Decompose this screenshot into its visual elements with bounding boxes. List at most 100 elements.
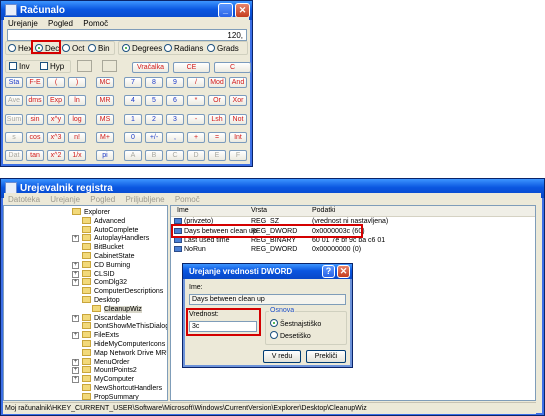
reg-menu-priljubljene[interactable]: Priljubljene bbox=[125, 195, 164, 204]
calc-key-sin-button[interactable]: sin bbox=[26, 114, 44, 125]
calc-key-log-button[interactable]: log bbox=[68, 114, 86, 125]
tree-node-menuorder[interactable]: MenuOrder bbox=[82, 357, 129, 367]
tree-node-mountpoints2[interactable]: MountPoints2 bbox=[82, 366, 137, 375]
tree-node-fileexts[interactable]: FileExts bbox=[82, 331, 119, 340]
help-icon[interactable]: ? bbox=[322, 265, 335, 278]
calc-key-sta-button[interactable]: Sta bbox=[5, 77, 23, 88]
calc-key-mc-button[interactable]: MC bbox=[96, 77, 114, 88]
expand-icon[interactable]: + bbox=[72, 235, 79, 243]
calc-key-c-button[interactable]: C bbox=[166, 150, 184, 161]
calc-key-6-button[interactable]: 6 bbox=[166, 95, 184, 106]
expand-icon[interactable]: + bbox=[72, 358, 79, 366]
expand-icon[interactable]: + bbox=[72, 314, 79, 322]
calc-key-s-button[interactable]: s bbox=[5, 132, 23, 143]
column-header-data[interactable]: Podatki bbox=[312, 206, 335, 216]
calc-key-_-button[interactable]: + bbox=[187, 132, 205, 143]
tree-node-cd-burning[interactable]: CD Burning bbox=[82, 260, 130, 270]
dword-dialog-titlebar[interactable]: Urejanje vrednosti DWORD ? ✕ bbox=[183, 264, 352, 279]
calc-key-8-button[interactable]: 8 bbox=[145, 77, 163, 88]
tree-node-discardable[interactable]: Discardable bbox=[82, 313, 131, 323]
calc-key-4-button[interactable]: 4 bbox=[124, 95, 142, 106]
calc-key-dat-button[interactable]: Dat bbox=[5, 150, 23, 161]
close-icon[interactable]: ✕ bbox=[235, 3, 250, 18]
value-row-norun[interactable]: NoRun REG_DWORD 0x00000000 (0) bbox=[171, 246, 535, 254]
tree-node-newshortcuthandlers[interactable]: NewShortcutHandlers bbox=[82, 384, 162, 393]
calc-key-_-button[interactable]: , bbox=[166, 132, 184, 143]
tree-node-propsummary[interactable]: PropSummary bbox=[82, 392, 139, 400]
calc-key-xor-button[interactable]: Xor bbox=[229, 95, 247, 106]
calc-key-x_y-button[interactable]: x^y bbox=[47, 114, 65, 125]
calc-key-_-button[interactable]: - bbox=[187, 114, 205, 125]
tree-node-hidemycomputericons[interactable]: HideMyComputerIcons bbox=[82, 340, 165, 349]
calc-key-e-button[interactable]: E bbox=[208, 150, 226, 161]
calc-key-not-button[interactable]: Not bbox=[229, 114, 247, 125]
calc-key-ln-button[interactable]: ln bbox=[68, 95, 86, 106]
calc-key-tan-button[interactable]: tan bbox=[26, 150, 44, 161]
tree-node-desktop[interactable]: Desktop bbox=[82, 296, 120, 305]
registry-tree[interactable]: Explorer Advanced AutoComplete AutoplayHand… bbox=[3, 205, 168, 401]
reg-menu-pogled[interactable]: Pogled bbox=[90, 195, 115, 204]
calc-key-b-button[interactable]: B bbox=[145, 150, 163, 161]
name-field[interactable]: Days between clean up bbox=[189, 294, 346, 305]
expand-icon[interactable]: + bbox=[72, 270, 79, 278]
tree-node-advanced[interactable]: Advanced bbox=[82, 216, 125, 226]
tree-node-bitbucket[interactable]: BitBucket bbox=[82, 243, 124, 252]
expand-icon[interactable]: + bbox=[72, 376, 79, 384]
tree-node-dontshowmethisdialog[interactable]: DontShowMeThisDialog bbox=[82, 322, 167, 331]
calc-key-or-button[interactable]: Or bbox=[208, 95, 226, 106]
calc-key-1_x-button[interactable]: 1/x bbox=[68, 150, 86, 161]
calc-key-x_2-button[interactable]: x^2 bbox=[47, 150, 65, 161]
tree-node-computerdescriptions[interactable]: ComputerDescriptions bbox=[82, 287, 163, 296]
checkbox-inv[interactable]: Inv bbox=[9, 62, 30, 72]
tree-node-autocomplete[interactable]: AutoComplete bbox=[82, 225, 138, 235]
value-row-last-used-time[interactable]: Last used time REG_BINARY 60 01 7e bf 9c… bbox=[171, 237, 535, 245]
column-header-name[interactable]: Ime bbox=[177, 206, 189, 216]
calc-key-dms-button[interactable]: dms bbox=[26, 95, 44, 106]
tree-node-cabinetstate[interactable]: CabinetState bbox=[82, 252, 134, 261]
tree-node-autoplayhandlers[interactable]: AutoplayHandlers bbox=[82, 234, 149, 243]
tree-node-map-network-drive-mru[interactable]: Map Network Drive MRU bbox=[82, 348, 167, 358]
backspace-button[interactable]: Vračalka bbox=[132, 62, 169, 73]
calc-key-3-button[interactable]: 3 bbox=[166, 114, 184, 125]
calc-key-_-button[interactable]: ( bbox=[47, 77, 65, 88]
calc-key-and-button[interactable]: And bbox=[229, 77, 247, 88]
reg-menu-urejanje[interactable]: Urejanje bbox=[50, 195, 80, 204]
radio-hex[interactable]: Hex bbox=[8, 44, 32, 54]
calc-key-mr-button[interactable]: MR bbox=[96, 95, 114, 106]
radio-bin[interactable]: Bin bbox=[88, 44, 110, 54]
radio-decimal[interactable]: Desetiško bbox=[270, 331, 311, 342]
expand-icon[interactable]: + bbox=[72, 367, 79, 375]
calc-key-f-button[interactable]: F bbox=[229, 150, 247, 161]
menu-item-urejanje[interactable]: Urejanje bbox=[8, 19, 38, 28]
calc-key-d-button[interactable]: D bbox=[187, 150, 205, 161]
calc-key-7-button[interactable]: 7 bbox=[124, 77, 142, 88]
calc-key-_-button[interactable]: * bbox=[187, 95, 205, 106]
calc-key-mod-button[interactable]: Mod bbox=[208, 77, 226, 88]
radio-radians[interactable]: Radians bbox=[164, 44, 203, 54]
calc-key-_-button[interactable]: / bbox=[187, 77, 205, 88]
calc-key-9-button[interactable]: 9 bbox=[166, 77, 184, 88]
calc-key-a-button[interactable]: A bbox=[124, 150, 142, 161]
cancel-button[interactable]: Prekliči bbox=[306, 350, 346, 363]
calc-key-n_-button[interactable]: n! bbox=[68, 132, 86, 143]
tree-node-clsid[interactable]: CLSID bbox=[82, 269, 115, 279]
radio-grads[interactable]: Grads bbox=[207, 44, 239, 54]
calc-key-_-button[interactable]: ) bbox=[68, 77, 86, 88]
expand-icon[interactable]: + bbox=[72, 279, 79, 287]
checkbox-hyp[interactable]: Hyp bbox=[40, 62, 64, 72]
calc-key-5-button[interactable]: 5 bbox=[145, 95, 163, 106]
calc-key-m_-button[interactable]: M+ bbox=[96, 132, 114, 143]
dialog-close-icon[interactable]: ✕ bbox=[337, 265, 350, 278]
reg-menu-datoteka[interactable]: Datoteka bbox=[8, 195, 40, 204]
column-header-type[interactable]: Vrsta bbox=[251, 206, 267, 216]
calc-key-ave-button[interactable]: Ave bbox=[5, 95, 23, 106]
calc-key-int-button[interactable]: Int bbox=[229, 132, 247, 143]
tree-node-comdlg32[interactable]: ComDlg32 bbox=[82, 278, 127, 287]
calc-key-exp-button[interactable]: Exp bbox=[47, 95, 65, 106]
tree-node-cleanupwiz[interactable]: CleanupWiz bbox=[92, 304, 142, 314]
radio-hexadecimal[interactable]: Šestnajstiško bbox=[270, 319, 321, 330]
calc-key-2-button[interactable]: 2 bbox=[145, 114, 163, 125]
calc-key-_-button[interactable]: = bbox=[208, 132, 226, 143]
menu-item-pogled[interactable]: Pogled bbox=[48, 19, 73, 28]
calc-key-ms-button[interactable]: MS bbox=[96, 114, 114, 125]
